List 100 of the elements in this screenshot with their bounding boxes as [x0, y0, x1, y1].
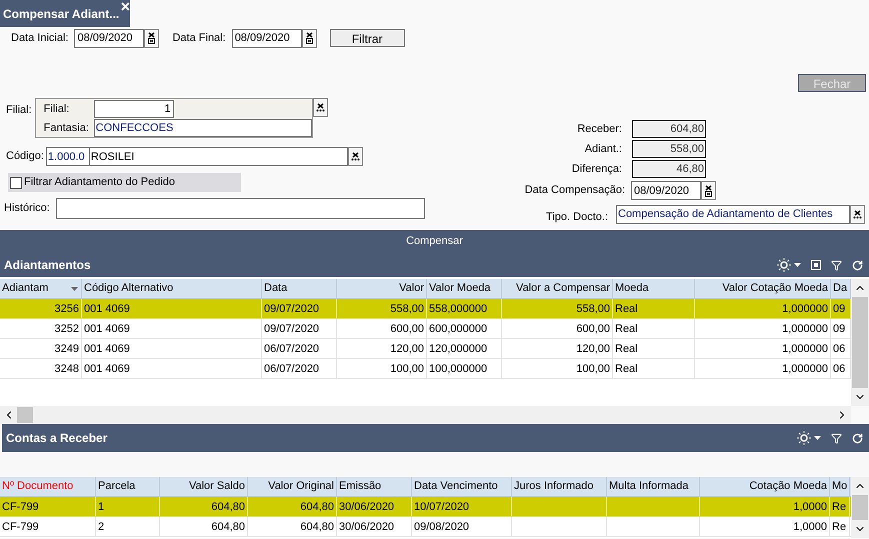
vertical-scrollbar[interactable] — [851, 477, 869, 538]
column-header[interactable]: Parcela — [96, 477, 160, 496]
table-cell: 1,000000 — [695, 299, 831, 318]
column-header[interactable]: Emissão — [337, 477, 412, 496]
name-field[interactable]: ROSILEI — [90, 147, 348, 166]
table-cell: 1 — [96, 497, 160, 516]
column-header[interactable]: Valor Cotação Moeda — [695, 279, 831, 298]
table-cell: 1,0000 — [700, 517, 830, 536]
field-label: Histórico: — [4, 201, 51, 216]
fantasia-field[interactable]: CONFECCOES — [94, 119, 312, 137]
column-header[interactable]: Adiantam — [0, 279, 82, 298]
table-row[interactable]: 3256 001 4069 09/07/2020 558,00 558,000000 558,00 Real 1,000000 09 — [0, 299, 851, 319]
table-cell: Real — [613, 339, 695, 358]
compensate-bar[interactable]: Compensar — [0, 230, 869, 253]
clear-lookup-button[interactable] — [312, 98, 328, 117]
column-header[interactable]: Mo — [830, 477, 850, 496]
table-cell: CF-799 — [0, 497, 96, 516]
calendar-icon — [148, 38, 156, 44]
window-icon[interactable] — [811, 260, 821, 270]
checkbox[interactable] — [10, 176, 22, 188]
clear-lookup-button[interactable] — [850, 204, 865, 224]
table-cell: 2 — [96, 517, 160, 536]
column-header[interactable]: Data Vencimento — [412, 477, 512, 496]
filial-field[interactable]: 1 — [94, 100, 174, 118]
table-row[interactable]: 3248 001 4069 06/07/2020 100,00 100,000000 100,00 Real 1,000000 06 — [0, 359, 851, 379]
column-header[interactable]: Juros Informado — [512, 477, 607, 496]
table-cell: 1,000000 — [695, 359, 831, 378]
table-cell: 100,00 — [337, 359, 427, 378]
table-row[interactable]: 3252 001 4069 09/07/2020 600,00 600,000000 600,00 Real 1,000000 09 — [0, 319, 851, 339]
table-cell: Re — [830, 517, 850, 536]
column-header[interactable]: Código Alternativo — [82, 279, 262, 298]
scroll-thumb[interactable] — [17, 407, 33, 423]
column-header[interactable]: Valor — [337, 279, 427, 298]
document-tab[interactable]: Compensar Adiant... — [0, 0, 130, 27]
clear-calendar-button[interactable] — [701, 181, 716, 200]
table-cell: 600,00 — [337, 319, 427, 338]
close-icon[interactable] — [121, 2, 130, 11]
clear-lookup-button[interactable] — [348, 147, 363, 166]
sun-icon[interactable] — [797, 431, 811, 445]
clear-icon — [148, 32, 156, 38]
more-icon — [316, 109, 325, 112]
field-label: Filial: — [6, 103, 32, 118]
table-cell: Real — [613, 359, 695, 378]
field-label: Código: — [6, 149, 44, 164]
table-cell: 3256 — [0, 299, 82, 318]
table-cell: 558,00 — [337, 299, 427, 318]
more-icon — [853, 216, 862, 218]
date-field[interactable]: 08/09/2020 — [232, 28, 302, 48]
field-label: Tipo. Docto.: — [545, 210, 609, 225]
sort-icon — [71, 287, 78, 291]
table-cell: 600,00 — [502, 319, 613, 338]
field-label: Filial: — [44, 102, 70, 117]
clear-calendar-button[interactable] — [302, 28, 317, 48]
history-field[interactable] — [56, 198, 425, 219]
column-header[interactable]: Valor Moeda — [427, 279, 502, 298]
column-header[interactable]: Multa Informada — [607, 477, 700, 496]
field-label: Adiant.: — [584, 142, 622, 157]
clear-icon — [352, 152, 359, 158]
table-cell: Real — [613, 299, 695, 318]
horizontal-scrollbar[interactable] — [0, 406, 851, 424]
clear-calendar-button[interactable] — [144, 28, 160, 48]
refresh-icon[interactable] — [852, 432, 863, 444]
table-row[interactable]: 3249 001 4069 06/07/2020 120,00 120,000000 120,00 Real 1,000000 06 — [0, 339, 851, 359]
column-header[interactable]: Valor Original — [248, 477, 337, 496]
table-cell: 3252 — [0, 319, 82, 338]
clear-icon — [705, 184, 712, 190]
column-header[interactable]: Cotação Moeda — [700, 477, 830, 496]
table-cell: 604,80 — [160, 497, 248, 516]
table-cell: 558,000000 — [427, 299, 502, 318]
filter-icon[interactable] — [831, 260, 842, 270]
filter-icon[interactable] — [831, 432, 842, 444]
caret-icon — [794, 263, 801, 267]
refresh-icon[interactable] — [852, 260, 863, 270]
column-header[interactable]: Valor a Compensar — [502, 279, 613, 298]
date-field[interactable]: 08/09/2020 — [631, 181, 701, 200]
document-type-field[interactable]: Compensação de Adiantamento de Clientes — [616, 204, 850, 224]
column-header[interactable]: Valor Saldo — [160, 477, 248, 496]
filter-checkbox-row[interactable]: Filtrar Adiantamento do Pedido — [8, 173, 241, 192]
vertical-scrollbar[interactable] — [851, 279, 869, 406]
date-field[interactable]: 08/09/2020 — [74, 28, 144, 48]
table-cell: 100,00 — [502, 359, 613, 378]
column-header[interactable]: Moeda — [613, 279, 695, 298]
code-field[interactable]: 1.000.0 — [46, 147, 90, 166]
table-row[interactable]: CF-799 2 604,80 604,80 30/06/2020 09/08/2020 1,0000 Re — [0, 517, 851, 537]
sun-icon[interactable] — [777, 258, 791, 272]
table-cell: Real — [613, 319, 695, 338]
total-field: 46,80 — [632, 160, 706, 178]
caret-icon — [814, 436, 821, 440]
table-cell: 30/06/2020 — [337, 517, 412, 536]
field-label: Data Inicial: — [11, 30, 68, 46]
panel-title: Adiantamentos — [4, 257, 91, 274]
checkbox-label: Filtrar Adiantamento do Pedido — [24, 175, 176, 190]
filter-button[interactable]: Filtrar — [330, 29, 405, 47]
table-row[interactable]: CF-799 1 604,80 604,80 30/06/2020 10/07/2020 1,0000 Re — [0, 497, 851, 517]
table-cell: 604,80 — [248, 517, 337, 536]
column-header[interactable]: Data — [262, 279, 337, 298]
clear-icon — [316, 103, 324, 109]
field-label: Data Final: — [172, 30, 226, 46]
table-cell: 001 4069 — [82, 339, 262, 358]
field-label: Fantasia: — [44, 120, 90, 136]
